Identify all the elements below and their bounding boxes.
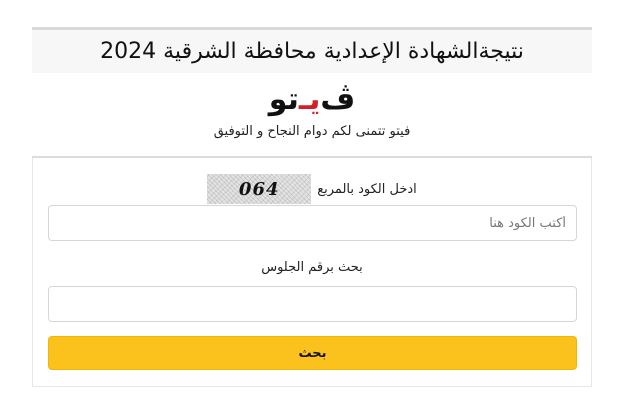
seat-number-input[interactable] (48, 286, 577, 322)
seat-number-label: بحث برقم الجلوس (261, 260, 363, 275)
logo-area: ڤ يـ تو فيتو تتمنى لكم دوام النجاح و الت… (32, 76, 592, 156)
logo-text-part3: تو (268, 82, 299, 117)
captcha-label: ادخل الكود بالمربع (317, 181, 417, 197)
captcha-code-input[interactable] (48, 205, 577, 241)
captcha-row: ادخل الكود بالمربع 064 (33, 174, 591, 204)
captcha-image: 064 (207, 174, 312, 204)
title-bar: نتيجةالشهادة الإعدادية محافظة الشرقية 20… (32, 27, 592, 73)
search-button[interactable]: بحث (48, 336, 577, 370)
page-title: نتيجةالشهادة الإعدادية محافظة الشرقية 20… (100, 39, 524, 64)
page: نتيجةالشهادة الإعدادية محافظة الشرقية 20… (0, 0, 639, 410)
logo-text-part2: يـ (298, 82, 321, 117)
vito-logo: ڤ يـ تو (269, 82, 355, 118)
tagline: فيتو تتمنى لكم دوام النجاح و التوفيق (213, 124, 411, 139)
logo-text-part1: ڤ (320, 82, 356, 117)
search-form: ادخل الكود بالمربع 064 بحث برقم الجلوس ب… (32, 158, 592, 387)
